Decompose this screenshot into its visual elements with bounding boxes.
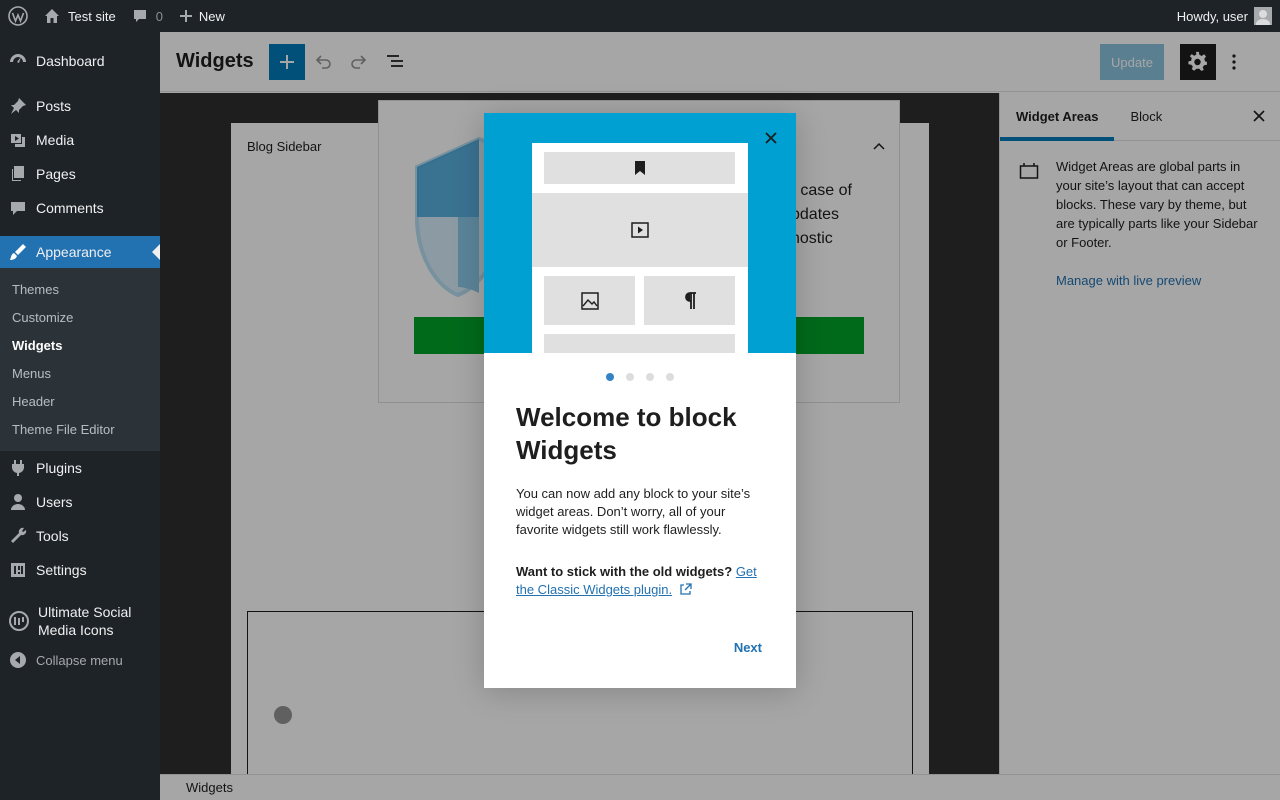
menu-comments[interactable]: Comments <box>0 191 160 225</box>
admin-bar: Test site 0 New Howdy, user <box>0 0 1280 32</box>
social-label-line1: Ultimate Social <box>38 604 132 620</box>
paragraph-icon <box>684 291 696 309</box>
menu-users-label: Users <box>36 494 73 510</box>
illustration-image-block <box>544 276 635 325</box>
submenu-widgets[interactable]: Widgets <box>0 331 160 359</box>
submenu-menus[interactable]: Menus <box>0 359 160 387</box>
comment-bubble-icon <box>132 8 148 24</box>
new-content-link[interactable]: New <box>171 0 233 32</box>
page-dot-1[interactable] <box>606 373 614 381</box>
menu-ultimate-social-media-icons[interactable]: Ultimate Social Media Icons <box>0 598 160 644</box>
plus-icon <box>179 9 193 23</box>
page-dot-2[interactable] <box>626 373 634 381</box>
guide-illustration <box>484 113 796 353</box>
plugin-icon <box>8 458 28 478</box>
comments-link[interactable]: 0 <box>124 0 171 32</box>
menu-appearance-label: Appearance <box>36 244 112 260</box>
submenu-themes[interactable]: Themes <box>0 275 160 303</box>
home-icon <box>44 8 60 24</box>
media-icon <box>8 130 28 150</box>
wordpress-logo-icon[interactable] <box>0 0 36 32</box>
dashboard-icon <box>8 51 28 71</box>
collapse-menu-button[interactable]: Collapse menu <box>0 644 160 676</box>
collapse-menu-label: Collapse menu <box>36 652 123 668</box>
menu-dashboard-label: Dashboard <box>36 53 105 69</box>
illustration-empty-block <box>544 334 735 353</box>
avatar <box>1254 7 1272 25</box>
admin-sidebar: Dashboard Posts Media Pages Comments App… <box>0 32 160 800</box>
next-button[interactable]: Next <box>734 640 762 655</box>
comments-count: 0 <box>155 8 163 24</box>
menu-pages-label: Pages <box>36 166 76 182</box>
menu-users[interactable]: Users <box>0 485 160 519</box>
submenu-customize[interactable]: Customize <box>0 303 160 331</box>
brush-icon <box>8 242 28 262</box>
menu-plugins[interactable]: Plugins <box>0 451 160 485</box>
pin-icon <box>8 96 28 116</box>
illustration-video-block <box>532 193 748 267</box>
menu-tools-label: Tools <box>36 528 69 544</box>
menu-pages[interactable]: Pages <box>0 157 160 191</box>
external-link-icon <box>680 583 692 595</box>
page-dot-3[interactable] <box>646 373 654 381</box>
social-media-plugin-icon <box>8 608 30 634</box>
illustration-paragraph-block <box>644 276 735 325</box>
illustration-bookmark-block <box>544 152 735 184</box>
menu-media-label: Media <box>36 132 75 148</box>
menu-dashboard[interactable]: Dashboard <box>0 44 160 78</box>
appearance-submenu: Themes Customize Widgets Menus Header Th… <box>0 268 160 451</box>
submenu-theme-file-editor[interactable]: Theme File Editor <box>0 415 160 443</box>
page-indicator <box>484 373 796 381</box>
guide-body-text: You can now add any block to your site’s… <box>516 486 751 537</box>
menu-plugins-label: Plugins <box>36 460 82 476</box>
submenu-header[interactable]: Header <box>0 387 160 415</box>
social-label-line2: Media Icons <box>38 622 114 638</box>
tools-icon <box>8 526 28 546</box>
old-widgets-question: Want to stick with the old widgets? <box>516 564 733 579</box>
menu-settings[interactable]: Settings <box>0 553 160 587</box>
collapse-icon <box>8 650 28 670</box>
illustration-frame <box>532 143 748 353</box>
site-name-link[interactable]: Test site <box>36 0 124 32</box>
classic-widgets-note: Want to stick with the old widgets? Get … <box>516 563 768 599</box>
close-icon[interactable] <box>764 131 778 145</box>
guide-heading: Welcome to block Widgets <box>516 402 737 465</box>
menu-tools[interactable]: Tools <box>0 519 160 553</box>
greeting: Howdy, user <box>1176 8 1248 24</box>
menu-comments-label: Comments <box>36 200 104 216</box>
bookmark-icon <box>634 161 645 175</box>
user-account-menu[interactable]: Howdy, user <box>1169 0 1280 32</box>
video-icon <box>631 222 649 238</box>
page-dot-4[interactable] <box>666 373 674 381</box>
site-name: Test site <box>68 8 116 24</box>
menu-media[interactable]: Media <box>0 123 160 157</box>
menu-settings-label: Settings <box>36 562 87 578</box>
new-label: New <box>198 8 225 24</box>
comment-icon <box>8 198 28 218</box>
pages-icon <box>8 164 28 184</box>
menu-appearance[interactable]: Appearance <box>0 236 160 268</box>
menu-posts-label: Posts <box>36 98 72 114</box>
social-plugin-label: Ultimate Social Media Icons <box>38 603 131 639</box>
menu-posts[interactable]: Posts <box>0 89 160 123</box>
image-icon <box>580 291 599 310</box>
welcome-guide-modal: Welcome to block Widgets You can now add… <box>484 113 796 688</box>
users-icon <box>8 492 28 512</box>
settings-icon <box>8 560 28 580</box>
